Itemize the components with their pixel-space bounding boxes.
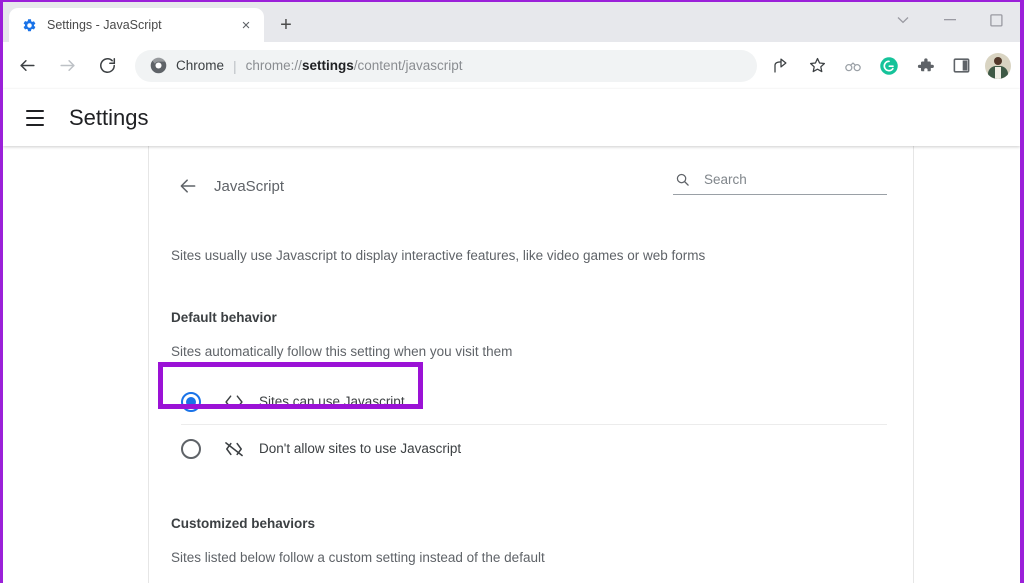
- grammarly-icon[interactable]: [874, 51, 904, 81]
- maximize-icon[interactable]: [973, 3, 1020, 37]
- forward-icon[interactable]: [50, 49, 84, 83]
- radio-selected-dot: [186, 397, 196, 407]
- omnibox-url: chrome://settings/content/javascript: [246, 58, 463, 73]
- tab-title: Settings - JavaScript: [47, 18, 236, 32]
- browser-window: Settings - JavaScript × +: [0, 0, 1024, 583]
- hamburger-line: [26, 117, 44, 119]
- minimize-icon[interactable]: [926, 3, 973, 37]
- settings-header: Settings: [3, 89, 1020, 146]
- close-icon[interactable]: ×: [236, 15, 256, 35]
- code-brackets-icon: [223, 391, 245, 413]
- back-arrow-icon[interactable]: [171, 169, 205, 203]
- settings-content-area: JavaScript Search Sites usually use Java…: [3, 146, 1020, 583]
- back-icon[interactable]: [10, 49, 44, 83]
- javascript-settings-card: JavaScript Search Sites usually use Java…: [150, 146, 913, 583]
- code-brackets-slashed-icon: [223, 438, 245, 460]
- browser-toolbar: Chrome | chrome://settings/content/javas…: [3, 42, 1020, 89]
- address-bar[interactable]: Chrome | chrome://settings/content/javas…: [135, 50, 757, 82]
- hamburger-line: [26, 110, 44, 112]
- search-placeholder: Search: [704, 172, 747, 187]
- url-suffix: /content/javascript: [354, 58, 463, 73]
- customized-behaviors-heading: Customized behaviors: [171, 516, 887, 531]
- radio-label-allow: Sites can use Javascript: [259, 394, 405, 409]
- default-behavior-subtitle: Sites automatically follow this setting …: [171, 344, 887, 359]
- extensions-puzzle-icon[interactable]: [910, 51, 940, 81]
- default-behavior-radio-group: Sites can use Javascript Don't allow sit…: [171, 378, 887, 472]
- bookmark-star-icon[interactable]: [802, 51, 832, 81]
- url-host-highlight: settings: [302, 58, 354, 73]
- avatar-shirt: [995, 67, 1001, 79]
- chrome-logo-icon: [149, 57, 167, 75]
- search-input[interactable]: Search: [673, 170, 887, 195]
- page-title: Settings: [69, 105, 149, 131]
- omnibox-scheme-label: Chrome: [176, 58, 224, 73]
- hamburger-line: [26, 124, 44, 126]
- tab-search-chevron-icon[interactable]: [879, 3, 926, 37]
- url-prefix: chrome://: [246, 58, 302, 73]
- share-icon[interactable]: [766, 51, 796, 81]
- radio-label-block: Don't allow sites to use Javascript: [259, 441, 461, 456]
- default-behavior-heading: Default behavior: [171, 310, 887, 325]
- window-controls: [879, 2, 1020, 38]
- browser-tab-settings-javascript[interactable]: Settings - JavaScript ×: [9, 8, 264, 42]
- search-icon: [673, 170, 691, 188]
- gear-icon: [21, 17, 37, 33]
- tab-strip: Settings - JavaScript × +: [3, 2, 1020, 42]
- right-gutter: [913, 146, 1020, 583]
- javascript-intro-text: Sites usually use Javascript to display …: [171, 246, 887, 266]
- side-panel-icon[interactable]: [946, 51, 976, 81]
- profile-avatar[interactable]: [985, 53, 1011, 79]
- avatar-head: [994, 57, 1002, 65]
- hamburger-menu-icon[interactable]: [17, 100, 53, 136]
- subpage-header: JavaScript Search: [171, 166, 887, 206]
- radio-button-allow[interactable]: [181, 392, 201, 412]
- radio-button-block[interactable]: [181, 439, 201, 459]
- chain-links-icon[interactable]: [838, 51, 868, 81]
- new-tab-button[interactable]: +: [272, 11, 300, 39]
- omnibox-separator: |: [233, 58, 237, 74]
- subpage-title: JavaScript: [214, 178, 284, 195]
- customized-behaviors-subtitle: Sites listed below follow a custom setti…: [171, 550, 887, 565]
- reload-icon[interactable]: [90, 49, 124, 83]
- left-gutter: [3, 146, 149, 583]
- radio-option-block-javascript[interactable]: Don't allow sites to use Javascript: [171, 425, 887, 472]
- radio-option-allow-javascript[interactable]: Sites can use Javascript: [171, 378, 887, 425]
